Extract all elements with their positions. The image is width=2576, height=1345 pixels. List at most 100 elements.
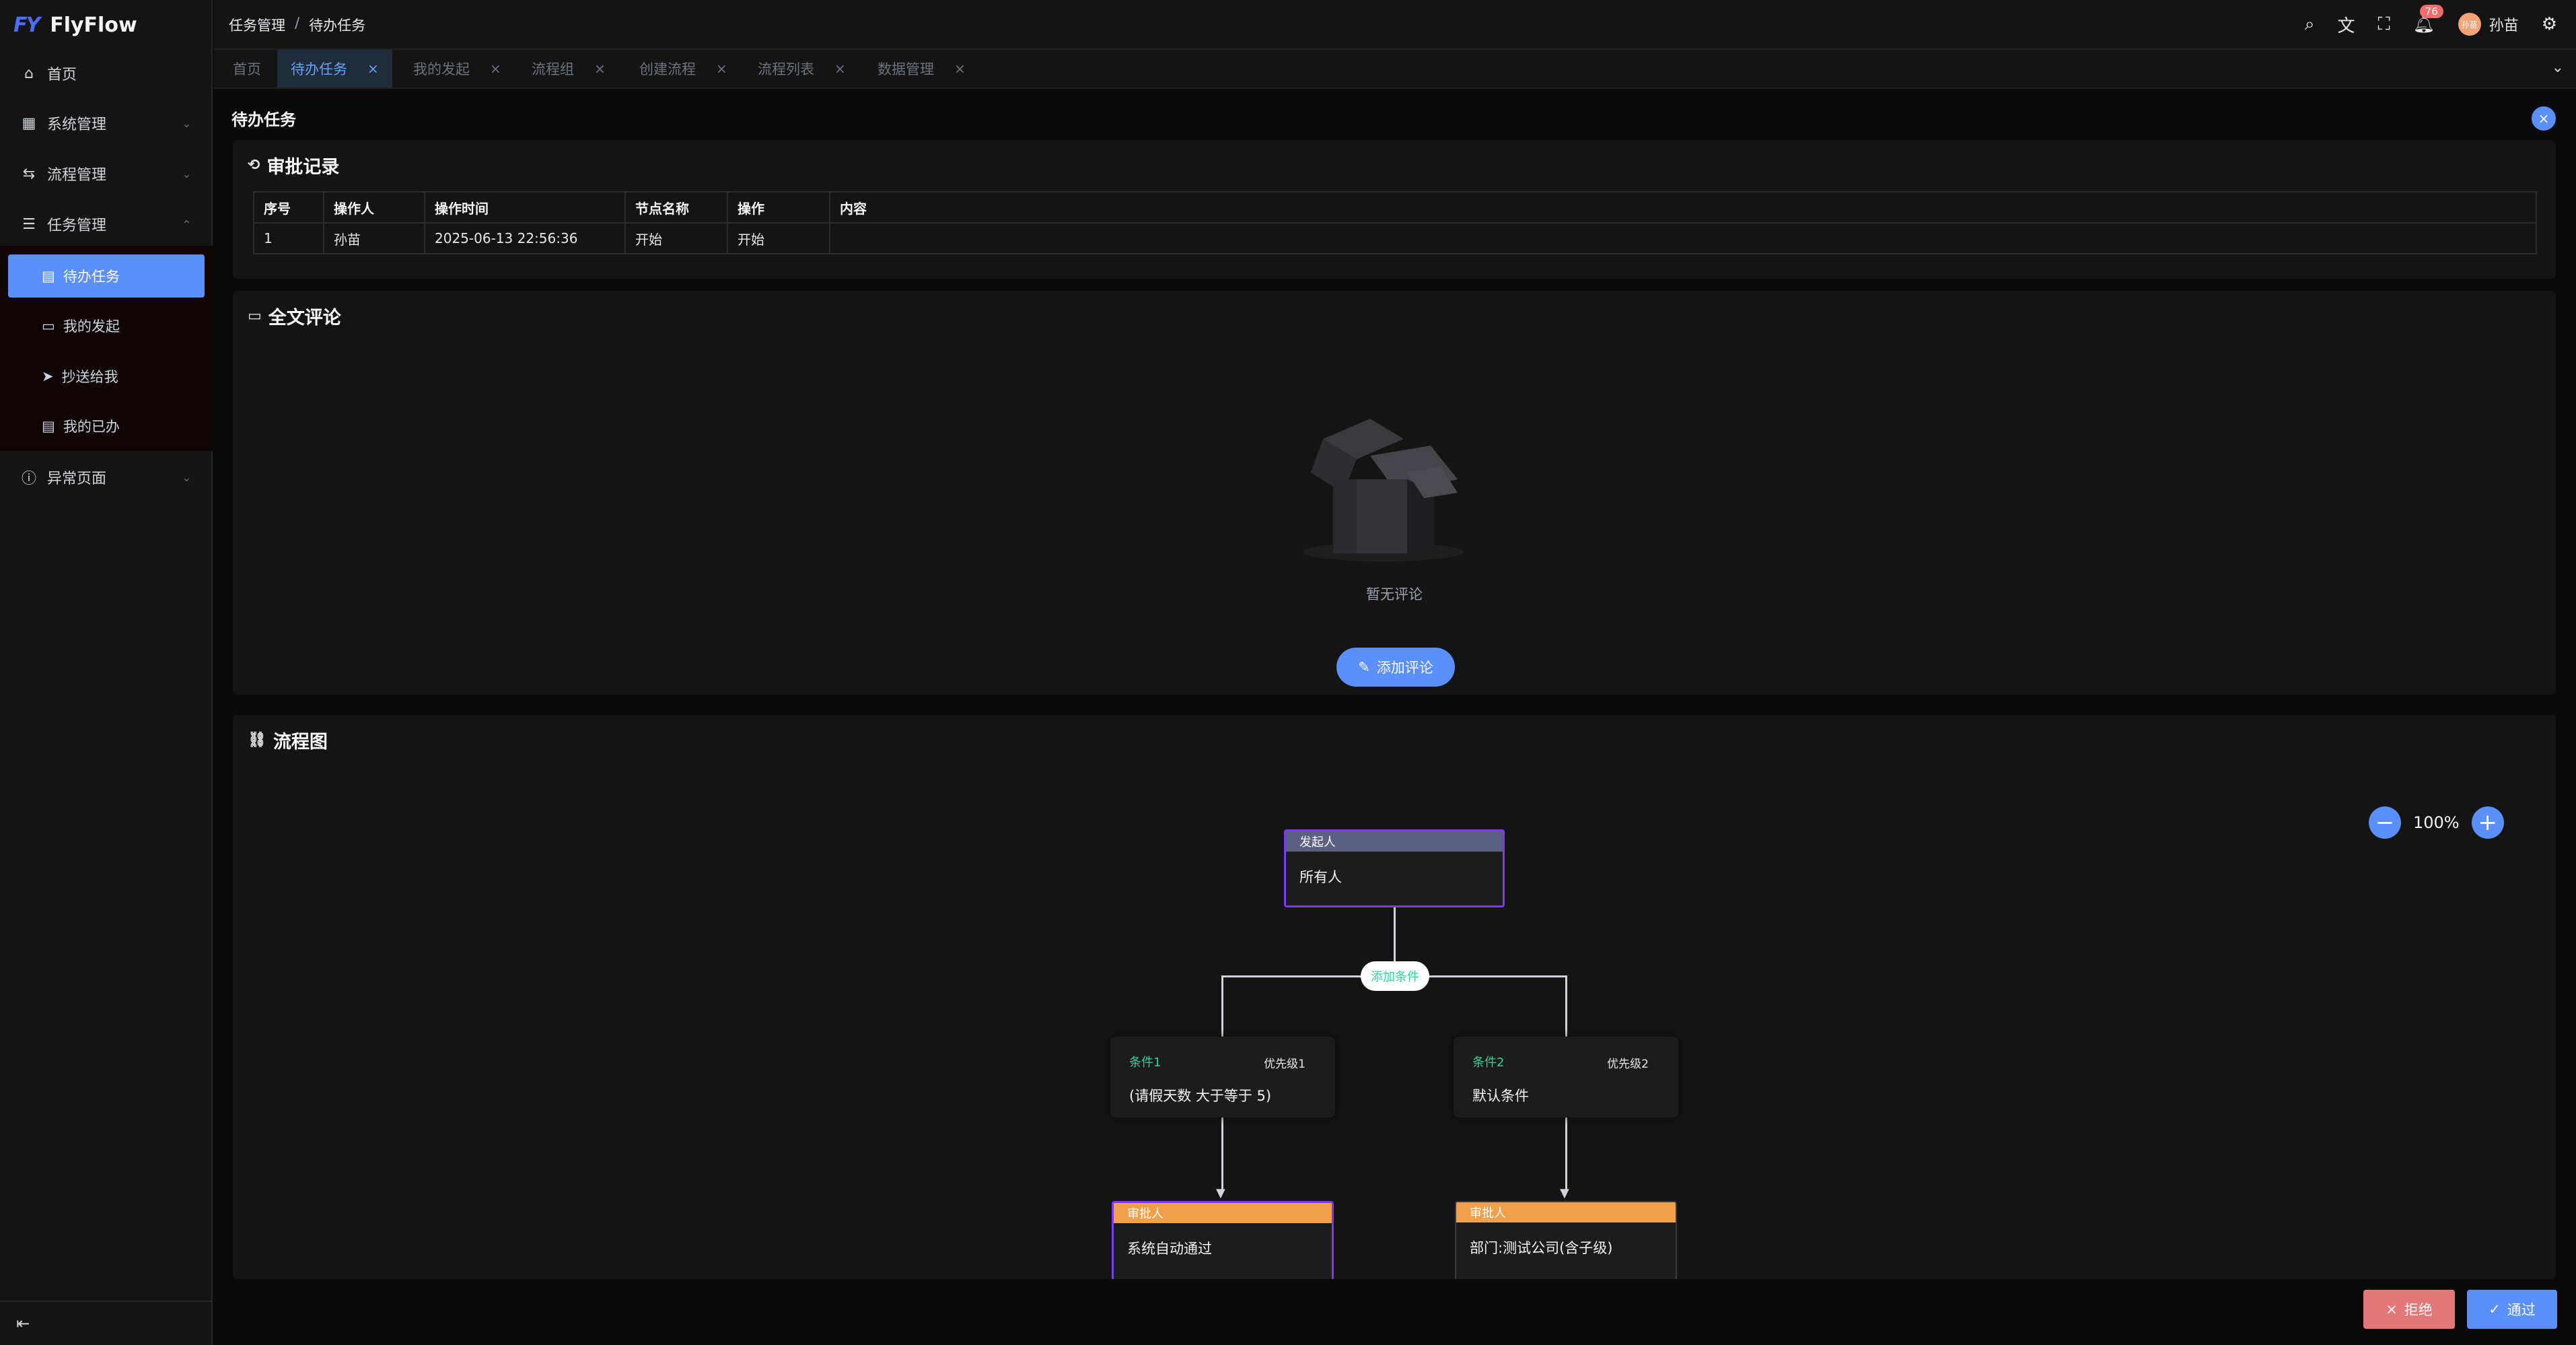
sidebar-item-todo[interactable]: ▤ 待办任务: [8, 254, 205, 298]
condition-text: 默认条件: [1472, 1088, 1529, 1104]
send-icon: ➤: [42, 368, 54, 384]
node-body: 所有人: [1299, 869, 1342, 885]
panel-title-text: 审批记录: [266, 157, 340, 178]
sidebar-item-cc[interactable]: ➤ 抄送给我: [8, 355, 205, 398]
sidebar: FY FlyFlow ⌂ 首页 ▦ 系统管理 ⌄ ⇆ 流程管理 ⌄ ☰ 任务管理…: [0, 0, 213, 1345]
sidebar-item-system[interactable]: ▦ 系统管理 ⌄: [0, 98, 213, 148]
table-cell: 1: [253, 222, 324, 254]
tab-create-flow[interactable]: 创建流程 ×: [626, 50, 741, 88]
app-name: FlyFlow: [50, 13, 137, 37]
reject-button[interactable]: × 拒绝: [2363, 1290, 2455, 1329]
fullscreen-icon[interactable]: ⛶: [2377, 14, 2390, 35]
node-header: 审批人: [1114, 1203, 1332, 1223]
breadcrumb-item[interactable]: 任务管理: [229, 15, 285, 35]
comments-panel: ▭ 全文评论 暂无评论 ✎ 添加评论: [233, 291, 2556, 695]
flow-chart-panel: ⛓ 流程图: [233, 715, 2556, 1279]
tab-label: 首页: [233, 61, 261, 77]
chevron-down-icon[interactable]: ⌄: [2552, 59, 2564, 76]
flow-chart-icon: ⛓: [248, 732, 266, 749]
search-icon[interactable]: ⌕: [2305, 14, 2315, 35]
add-condition-button[interactable]: 添加条件: [1361, 961, 1429, 991]
sidebar-item-label: 流程管理: [47, 167, 107, 184]
condition-name: 条件1: [1129, 1056, 1161, 1070]
add-comment-button[interactable]: ✎ 添加评论: [1336, 648, 1455, 687]
close-icon[interactable]: ×: [834, 61, 846, 77]
tab-data-manage[interactable]: 数据管理 ×: [864, 50, 979, 88]
table-cell: 开始: [624, 222, 728, 254]
tab-started[interactable]: 我的发起 ×: [400, 50, 515, 88]
flow-node-initiator[interactable]: 发起人 所有人: [1284, 829, 1505, 907]
history-icon: ⟲: [248, 157, 260, 174]
flow-node-approver[interactable]: 审批人 部门:测试公司(含子级): [1455, 1201, 1677, 1279]
flow-condition-node[interactable]: 条件1 优先级1 (请假天数 大于等于 5): [1110, 1037, 1335, 1117]
zoom-out-button[interactable]: −: [2369, 806, 2401, 839]
chevron-down-icon: ⌄: [182, 167, 191, 180]
tab-flow-list[interactable]: 流程列表 ×: [744, 50, 859, 88]
sidebar-item-label: 我的已办: [63, 419, 120, 435]
close-icon[interactable]: ×: [594, 61, 606, 77]
sidebar-item-label: 任务管理: [47, 217, 107, 234]
sidebar-item-home[interactable]: ⌂ 首页: [0, 48, 213, 98]
close-icon[interactable]: ×: [490, 61, 501, 77]
close-icon[interactable]: ×: [716, 61, 727, 77]
zoom-control: − 100% +: [2369, 806, 2504, 839]
chevron-down-icon: ⌄: [182, 471, 191, 484]
bell-icon[interactable]: 🔔︎ 76: [2413, 5, 2443, 34]
edit-icon: ✎: [1358, 659, 1370, 675]
flow-node-approver[interactable]: 审批人 系统自动通过: [1112, 1201, 1334, 1279]
check-icon: ✓: [2489, 1301, 2501, 1317]
approval-record-panel: ⟲ 审批记录 序号 操作人 操作时间 节点名称 操作 内容 1 孙苗 2025-…: [233, 140, 2556, 279]
column-header: 内容: [829, 191, 2537, 223]
connector-line: [1221, 975, 1223, 1037]
table-cell: 开始: [727, 222, 830, 254]
column-header: 操作: [727, 191, 830, 223]
gear-icon[interactable]: ⚙: [2542, 14, 2557, 34]
logo[interactable]: FY FlyFlow: [0, 0, 211, 50]
approval-table: 序号 操作人 操作时间 节点名称 操作 内容 1 孙苗 2025-06-13 2…: [253, 191, 2537, 254]
tab-label: 待办任务: [291, 61, 347, 77]
table-cell: [829, 222, 2537, 254]
sidebar-item-flow[interactable]: ⇆ 流程管理 ⌄: [0, 149, 213, 199]
header-actions: ⌕ 文 ⛶ 🔔︎ 76 孙苗 孙苗 ⚙: [2305, 5, 2557, 39]
translate-icon[interactable]: 文: [2337, 12, 2355, 37]
tab-label: 流程组: [532, 61, 574, 77]
sidebar-item-error[interactable]: ⓘ 异常页面 ⌄: [0, 452, 213, 502]
close-icon: ×: [2386, 1301, 2398, 1317]
panel-title: ⛓ 流程图: [248, 727, 328, 753]
flow-icon: ⇆: [22, 165, 36, 182]
close-page-button[interactable]: ×: [2532, 106, 2556, 131]
condition-text: (请假天数 大于等于 5): [1129, 1088, 1272, 1104]
sidebar-item-task[interactable]: ☰ 任务管理 ⌃: [0, 199, 213, 249]
table-cell: 孙苗: [323, 222, 425, 254]
grid-icon: ▦: [22, 114, 36, 132]
sidebar-item-label: 异常页面: [47, 471, 107, 487]
breadcrumb-separator: /: [295, 15, 300, 31]
info-icon: ⓘ: [21, 471, 36, 487]
home-icon: ⌂: [24, 65, 34, 82]
close-icon[interactable]: ×: [367, 61, 379, 77]
collapse-sidebar-button[interactable]: ⇤: [0, 1301, 213, 1345]
column-header: 操作时间: [424, 191, 626, 223]
sidebar-item-label: 系统管理: [47, 116, 107, 133]
sidebar-item-started[interactable]: ▭ 我的发起: [8, 304, 205, 347]
sidebar-item-done[interactable]: ▤ 我的已办: [8, 405, 205, 448]
node-header: 审批人: [1456, 1202, 1676, 1222]
tab-todo[interactable]: 待办任务 ×: [277, 50, 392, 88]
user-menu[interactable]: 孙苗 孙苗: [2458, 13, 2519, 36]
tab-flow-group[interactable]: 流程组 ×: [518, 50, 619, 88]
table-row: 1 孙苗 2025-06-13 22:56:36 开始 开始: [253, 222, 2537, 254]
sidebar-item-label: 待办任务: [63, 269, 120, 285]
pass-button[interactable]: ✓ 通过: [2467, 1290, 2557, 1329]
connector-line: [1565, 975, 1567, 1037]
document-icon: ▤: [42, 268, 55, 284]
tab-home[interactable]: 首页: [219, 50, 275, 88]
zoom-in-button[interactable]: +: [2471, 806, 2504, 839]
column-header: 序号: [253, 191, 324, 223]
folder-icon: ▭: [42, 318, 55, 334]
button-label: 通过: [2507, 1302, 2536, 1318]
close-icon[interactable]: ×: [954, 61, 966, 77]
flow-condition-node[interactable]: 条件2 优先级2 默认条件: [1454, 1037, 1678, 1117]
button-label: 添加评论: [1376, 660, 1433, 676]
chevron-down-icon: ⌄: [182, 116, 191, 130]
node-body: 部门:测试公司(含子级): [1470, 1240, 1613, 1256]
